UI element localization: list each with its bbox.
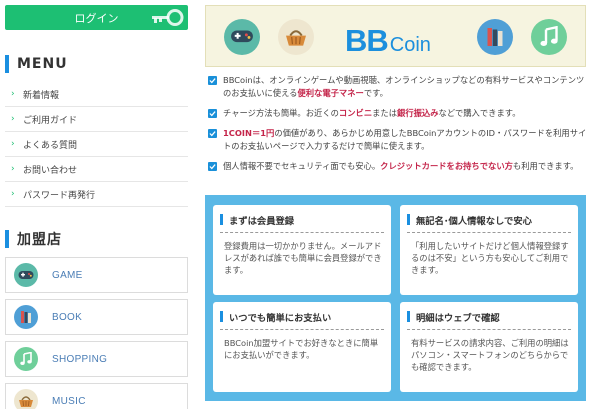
card-body: 「利用したいサイトだけど個人情報登録するのは不安」という方も安心してご利用できま… — [411, 241, 569, 275]
menu-item-label: パスワード再発行 — [23, 190, 96, 201]
chevron-right-icon: › — [11, 114, 15, 124]
card-title: 無記名･個人情報なしで安心 — [407, 213, 571, 233]
menu-item-label: 新着情報 — [23, 90, 60, 101]
feature-highlight-text: 銀行振込み — [397, 108, 439, 118]
login-label: ログイン — [74, 11, 119, 25]
gamepad-icon — [14, 263, 38, 287]
card-title: まずは会員登録 — [220, 213, 384, 233]
chevron-right-icon: › — [11, 164, 15, 174]
card-body: 有料サービスの請求内容、ご利用の明細はパソコン・スマートフォンのどちらからでも確… — [411, 338, 569, 372]
info-panel: まずは会員登録 登録費用は一切かかりません。メールアドレスがあれば誰でも簡単に会… — [205, 195, 586, 401]
menu-list: › 新着情報 › ご利用ガイド › よくある質問 › お問い合わせ › パスワー… — [5, 82, 188, 207]
basket-icon — [14, 389, 38, 409]
feature-list: BBCoinは、オンラインゲームや動画視聴、オンラインショップなどの有料サービス… — [205, 74, 590, 180]
shop-label: SHOPPING — [52, 353, 108, 365]
feature-text: です。 — [363, 88, 388, 98]
books-icon — [14, 305, 38, 329]
card-title: いつでも簡単にお支払い — [220, 310, 384, 330]
menu-item-label: よくある質問 — [23, 140, 78, 151]
feature-highlight-text: 便利な電子マネー — [297, 88, 364, 98]
feature-highlight-text: 1COIN＝1円 — [223, 128, 275, 138]
chevron-right-icon: › — [11, 139, 15, 149]
shop-item-game[interactable]: GAME — [5, 257, 188, 293]
info-card-registration: まずは会員登録 登録費用は一切かかりません。メールアドレスがあれば誰でも簡単に会… — [213, 205, 391, 295]
shop-list: GAME BOOK SHOPPING MUSIC — [5, 257, 188, 409]
feature-text: も利用できます。 — [512, 161, 579, 171]
shop-label: MUSIC — [52, 395, 86, 407]
logo-coin: Coin — [389, 34, 431, 56]
feature-text: の価値があり、あらかじめ用意したBBCoinアカウントのID・パスワードを利用サ… — [223, 128, 587, 151]
feature-text: 個人情報不要でセキュリティ面でも安心。 — [223, 161, 381, 171]
feature-highlight-text: コンビニ — [338, 108, 373, 118]
menu-heading: MENU — [5, 54, 188, 74]
menu-item-contact[interactable]: › お問い合わせ — [5, 157, 188, 182]
feature-item: チャージ方法も簡単。お近くのコンビニまたは銀行振込みなどで購入できます。 — [205, 107, 590, 120]
feature-item: BBCoinは、オンラインゲームや動画視聴、オンラインショップなどの有料サービス… — [205, 74, 590, 100]
gamepad-icon — [224, 19, 260, 55]
login-button[interactable]: ログイン — [5, 5, 188, 30]
feature-text: などで購入できます。 — [438, 108, 521, 118]
card-body: BBCoin加盟サイトでお好きなときに簡単にお支払いができます。 — [224, 338, 379, 360]
feature-item: 個人情報不要でセキュリティ面でも安心。クレジットカードをお持ちでない方も利用でき… — [205, 160, 590, 173]
shop-label: BOOK — [52, 311, 83, 323]
books-icon — [477, 19, 513, 55]
info-card-anonymous: 無記名･個人情報なしで安心 「利用したいサイトだけど個人情報登録するのは不安」と… — [400, 205, 578, 295]
chevron-right-icon: › — [11, 189, 15, 199]
feature-highlight-text: クレジットカードをお持ちでない方 — [380, 161, 513, 171]
menu-item-guide[interactable]: › ご利用ガイド — [5, 107, 188, 132]
menu-item-label: お問い合わせ — [23, 165, 78, 176]
feature-text: チャージ方法も簡単。お近くの — [223, 108, 339, 118]
music-note-icon — [531, 19, 567, 55]
checkbox-icon — [208, 129, 217, 138]
shop-item-book[interactable]: BOOK — [5, 299, 188, 335]
card-title: 明細はウェブで確認 — [407, 310, 571, 330]
card-body: 登録費用は一切かかりません。メールアドレスがあれば誰でも簡単に会員登録ができます… — [224, 241, 382, 275]
shops-heading: 加盟店 — [5, 229, 188, 249]
shop-item-shopping[interactable]: SHOPPING — [5, 341, 188, 377]
logo-bb: BB — [345, 23, 389, 58]
feature-text: または — [372, 108, 398, 118]
checkbox-icon — [208, 76, 217, 85]
menu-item-faq[interactable]: › よくある質問 — [5, 132, 188, 157]
checkbox-icon — [208, 109, 217, 118]
menu-item-password-reset[interactable]: › パスワード再発行 — [5, 182, 188, 207]
basket-icon — [278, 19, 314, 55]
key-icon — [152, 9, 184, 26]
shop-label: GAME — [52, 269, 83, 281]
sidebar: ログイン MENU › 新着情報 › ご利用ガイド › よくある質問 › お問い… — [5, 5, 188, 409]
shop-item-music[interactable]: MUSIC — [5, 383, 188, 409]
chevron-right-icon: › — [11, 89, 15, 99]
music-note-icon — [14, 347, 38, 371]
info-card-statement: 明細はウェブで確認 有料サービスの請求内容、ご利用の明細はパソコン・スマートフォ… — [400, 302, 578, 392]
bbcoin-logo: BB Coin — [345, 23, 431, 59]
feature-item: 1COIN＝1円の価値があり、あらかじめ用意したBBCoinアカウントのID・パ… — [205, 127, 590, 153]
feature-text: BBCoinは、オンラインゲームや動画視聴、オンラインショップなどの有料サービス… — [223, 75, 585, 98]
brand-banner: BB Coin — [205, 5, 586, 67]
menu-item-label: ご利用ガイド — [23, 115, 78, 126]
checkbox-icon — [208, 162, 217, 171]
info-card-payment: いつでも簡単にお支払い BBCoin加盟サイトでお好きなときに簡単にお支払いがで… — [213, 302, 391, 392]
menu-item-news[interactable]: › 新着情報 — [5, 82, 188, 107]
